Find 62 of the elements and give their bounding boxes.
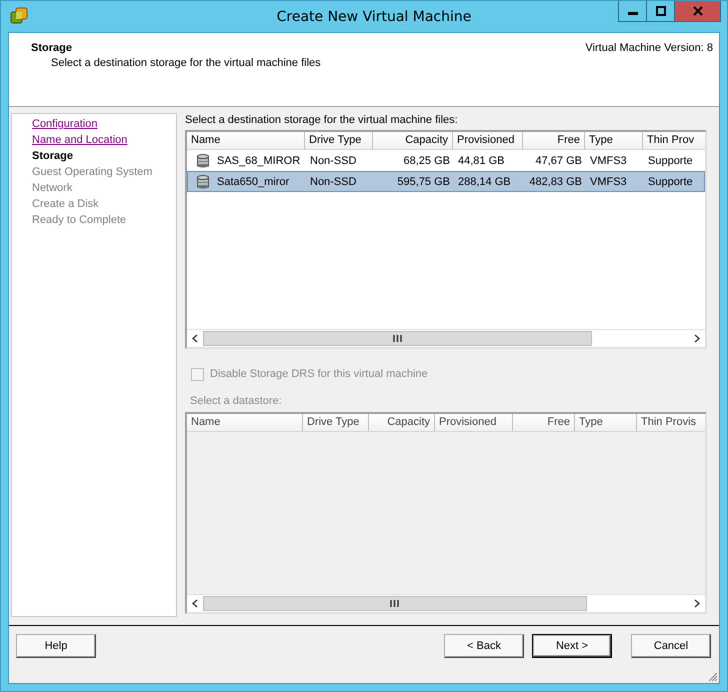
step-item: Storage	[32, 149, 74, 164]
column-header[interactable]: Type	[575, 414, 637, 431]
table-cell: SAS_68_MIROR	[217, 154, 300, 166]
step-item: Guest Operating System	[32, 165, 154, 180]
close-icon	[692, 6, 702, 16]
minimize-button[interactable]	[618, 1, 647, 22]
table-cell: Supporte	[648, 154, 693, 166]
page-title: Storage	[31, 42, 73, 54]
table-cell: 288,14 GB	[458, 176, 511, 188]
scroll-thumb[interactable]	[203, 331, 592, 346]
column-header[interactable]: Drive Type	[303, 414, 369, 431]
step-item[interactable]: Name and Location	[32, 132, 176, 148]
horizontal-scrollbar[interactable]	[187, 594, 705, 612]
column-header[interactable]: Capacity	[373, 132, 453, 149]
dialog-button[interactable]: Cancel	[631, 634, 711, 658]
table-row[interactable]: SAS_68_MIROR Non-SSD 68,25 GB 44,81 GB 47,67 GB VMFS3 Supporte	[187, 150, 705, 171]
table-cell: Non-SSD	[310, 176, 356, 188]
table-cell: 47,67 GB	[536, 154, 582, 166]
table-cell: 482,83 GB	[529, 176, 582, 188]
step-item[interactable]: Configuration	[32, 116, 176, 132]
close-button[interactable]	[674, 1, 721, 22]
storage-prompt: Select a destination storage for the virtual machine files:	[185, 113, 459, 127]
checkbox-label: Disable Storage DRS for this virtual machine	[210, 368, 428, 380]
datastore-prompt: Select a datastore:	[190, 394, 283, 408]
step-item: Network	[32, 181, 74, 196]
dialog-button[interactable]: Help	[16, 634, 96, 658]
column-header[interactable]: Name	[187, 132, 305, 149]
table-cell: 595,75 GB	[397, 176, 450, 188]
maximize-icon	[656, 6, 666, 16]
column-header[interactable]: Free	[513, 414, 575, 431]
dialog-button[interactable]: Next >	[532, 634, 612, 658]
column-header[interactable]: Capacity	[369, 414, 435, 431]
column-header[interactable]: Name	[187, 414, 303, 431]
table-cell: Supporte	[648, 176, 693, 188]
table-cell: VMFS3	[590, 176, 627, 188]
table-cell: 68,25 GB	[404, 154, 450, 166]
step-item: Create a Disk	[32, 197, 100, 212]
column-header[interactable]: Provisioned	[453, 132, 523, 149]
app-logo-icon	[10, 7, 28, 25]
horizontal-scrollbar[interactable]	[187, 329, 705, 347]
table-cell: 44,81 GB	[458, 154, 504, 166]
column-header[interactable]: Drive Type	[305, 132, 373, 149]
grip-icon	[390, 600, 400, 607]
page-subtitle: Select a destination storage for the virtual machine files	[50, 57, 321, 69]
grip-icon	[392, 335, 402, 342]
database-icon	[197, 174, 209, 188]
column-header[interactable]: Type	[585, 132, 643, 149]
column-header[interactable]: Thin Provis	[637, 414, 700, 431]
window-title: Create New Virtual Machine	[276, 8, 472, 24]
column-header[interactable]: Thin Prov	[643, 132, 698, 149]
column-header[interactable]: Free	[523, 132, 585, 149]
version-label: Virtual Machine Version: 8	[585, 42, 713, 56]
resize-grip-icon	[708, 672, 718, 682]
column-header[interactable]: Provisioned	[435, 414, 513, 431]
table-cell: Non-SSD	[310, 154, 356, 166]
table-cell: VMFS3	[590, 154, 627, 166]
database-icon	[197, 154, 209, 168]
scroll-thumb[interactable]	[203, 596, 587, 611]
table-row[interactable]: Sata650_miror Non-SSD 595,75 GB 288,14 GB 482,83 GB VMFS3 Supporte	[187, 171, 705, 192]
dialog-button[interactable]: < Back	[444, 634, 524, 658]
table-cell: Sata650_miror	[217, 176, 290, 188]
step-item: Ready to Complete	[32, 213, 128, 228]
